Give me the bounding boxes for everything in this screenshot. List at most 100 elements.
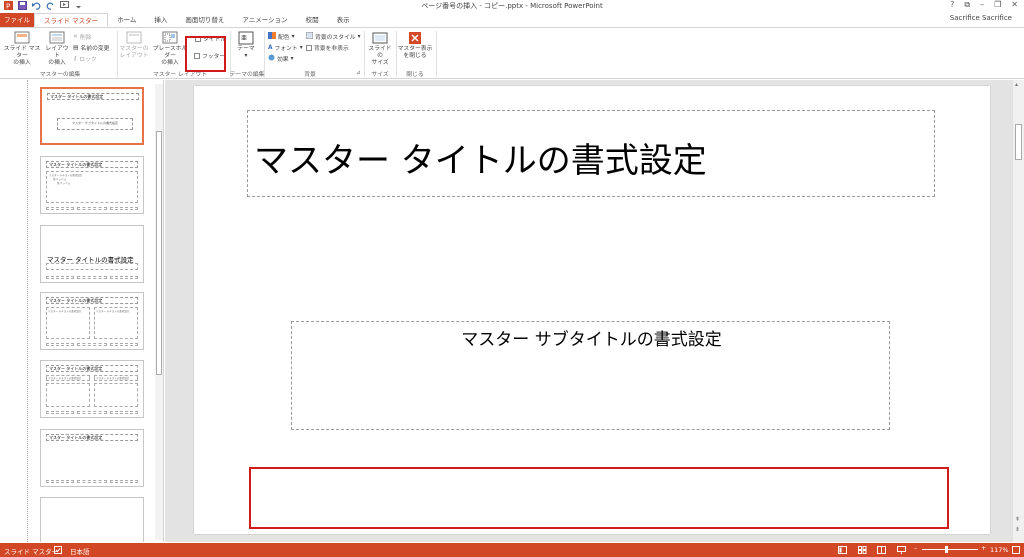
colors-button[interactable]: 配色 ▾ (268, 32, 295, 41)
thumbnail-footer (46, 480, 74, 483)
delete-button[interactable]: ✕ 削除 (73, 32, 91, 42)
background-dialog-launcher[interactable]: ⊿ (356, 70, 361, 76)
thumbnail-two-content[interactable]: マスター タイトルの書式設定 マスター テキストの書式設定 マスター テキストの… (40, 292, 144, 350)
insert-layout-icon (49, 31, 65, 44)
reading-view-icon[interactable] (877, 546, 886, 556)
thumbnail-footer (77, 276, 107, 279)
thumbnail-body (94, 383, 138, 407)
slideshow-icon[interactable] (897, 546, 906, 556)
footer-highlight-box (185, 36, 226, 72)
hide-background-label: 背景を非表示 (314, 46, 349, 52)
insert-slide-master-button[interactable]: スライド マスター の挿入 (2, 31, 42, 67)
rename-icon: ▤ (73, 44, 79, 51)
close-button[interactable]: ✕ (1011, 0, 1018, 10)
subtitle-placeholder[interactable]: マスター サブタイトルの書式設定 (291, 321, 890, 430)
group-background-label: 背景 (304, 72, 316, 78)
insert-placeholder-icon (162, 31, 178, 44)
effects-icon (268, 54, 275, 63)
spelling-check-icon[interactable] (54, 546, 62, 556)
fonts-button[interactable]: A フォント ▾ (268, 43, 303, 53)
tab-review[interactable]: 校閲 (297, 13, 328, 27)
lock-icon: ⚷ (73, 55, 78, 62)
background-styles-button[interactable]: 背景のスタイル ▾ (305, 31, 361, 41)
thumbnail-footer (110, 343, 138, 346)
thumbnail-scrollbar-thumb[interactable] (156, 131, 162, 375)
thumbnail-comparison[interactable]: マスター タイトルの書式設定 マスター テキストの書式設定 マスター テキストの… (40, 360, 144, 418)
tab-insert[interactable]: 挿入 (145, 13, 176, 27)
thumbnail-footer (46, 207, 74, 210)
zoom-slider[interactable] (922, 549, 978, 550)
close-master-view-icon (409, 32, 421, 44)
title-placeholder[interactable]: マスター タイトルの書式設定 (247, 110, 935, 197)
ribbon-display-options-button[interactable]: ⧉ (964, 0, 970, 10)
slide-subtitle-text[interactable]: マスター サブタイトルの書式設定 (292, 325, 891, 350)
fonts-label: フォント (274, 46, 298, 52)
effects-button[interactable]: 効果 ▾ (268, 54, 294, 63)
fonts-icon: A (268, 44, 273, 51)
slide-vertical-scrollbar[interactable]: ▴ ⇞ ⇟ (1012, 80, 1024, 542)
user-account[interactable]: Sacrifice Sacrifice (950, 14, 1012, 22)
slide-scrollbar-thumb[interactable] (1015, 124, 1022, 160)
insert-layout-button[interactable]: レイアウト の挿入 (43, 31, 71, 67)
colors-icon (268, 32, 276, 41)
zoom-in-icon[interactable]: + (981, 544, 986, 552)
view-mode-label: スライド マスター (4, 548, 59, 556)
previous-slide-icon[interactable]: ⇞ (1015, 516, 1020, 523)
thumbnail-body-text: マスター テキストの書式設定 (96, 310, 130, 313)
master-layout-icon (126, 31, 142, 44)
thumbnail-title-slide[interactable]: マスター タイトルの書式設定 マスター サブタイトルの書式設定 (40, 87, 144, 145)
themes-button[interactable]: 亜 テーマ ▾ (233, 31, 259, 60)
restore-button[interactable]: ❐ (994, 0, 1001, 10)
status-bar: スライド マスター 日本語 – + 117% (0, 543, 1024, 557)
delete-icon: ✕ (73, 33, 78, 40)
normal-view-icon[interactable] (838, 546, 847, 556)
thumbnail-footer (46, 343, 74, 346)
thumbnail-scrollbar[interactable] (155, 84, 163, 540)
next-slide-icon[interactable]: ⇟ (1015, 526, 1020, 533)
thumbnail-subtitle: マスター サブタイトルの書式設定 (57, 118, 133, 130)
effects-label: 効果 (277, 57, 289, 63)
tab-home[interactable]: ホーム (108, 13, 145, 27)
themes-label: テーマ (237, 46, 255, 52)
language-label[interactable]: 日本語 (70, 546, 90, 556)
zoom-out-icon[interactable]: – (914, 544, 917, 552)
thumbnail-title-content[interactable]: マスター タイトルの書式設定 マスター テキストの書式設定 第 2 レベル 第 … (40, 156, 144, 214)
fit-slide-icon[interactable] (1012, 546, 1020, 556)
tab-file[interactable]: ファイル (0, 13, 34, 27)
slide-title-text[interactable]: マスター タイトルの書式設定 (254, 133, 707, 182)
thumbnail-body-text: マスター テキストの書式設定 (96, 377, 130, 380)
thumbnail-body (46, 383, 90, 407)
slide-size-button[interactable]: スライドの サイズ (366, 31, 394, 67)
thumbnail-blank[interactable] (40, 497, 144, 542)
scroll-up-icon[interactable]: ▴ (1015, 81, 1018, 88)
effects-dropdown-icon: ▾ (290, 55, 294, 62)
tab-animations[interactable]: アニメーション (233, 13, 296, 27)
insert-placeholder-button[interactable]: プレースホルダー の挿入 (150, 31, 190, 67)
close-master-view-label-2: を閉じる (403, 53, 427, 59)
zoom-slider-handle[interactable] (945, 546, 948, 553)
thumbnail-footer (77, 207, 107, 210)
zoom-level[interactable]: 117% (990, 546, 1009, 554)
slide-sorter-icon[interactable] (858, 546, 867, 556)
hide-background-checkbox[interactable]: 背景を非表示 (306, 43, 349, 52)
minimize-button[interactable]: – (980, 0, 984, 10)
colors-label: 配色 (278, 35, 290, 41)
thumbnail-pane[interactable]: マスター タイトルの書式設定 マスター サブタイトルの書式設定 マスター タイト… (0, 80, 164, 542)
thumbnail-title-only[interactable]: マスター タイトルの書式設定 (40, 429, 144, 487)
thumbnail-title: マスター タイトルの書式設定 (46, 297, 138, 304)
thumbnail-section-header[interactable]: マスター タイトルの書式設定 (40, 225, 144, 283)
tab-slide-master[interactable]: スライド マスター (34, 13, 109, 27)
close-master-view-button[interactable]: マスター表示 を閉じる (397, 31, 433, 60)
tab-view[interactable]: 表示 (328, 13, 359, 27)
help-button[interactable]: ? (950, 0, 954, 10)
thumbnail-title: マスター タイトルの書式設定 (46, 161, 138, 168)
group-close-label: 閉じる (406, 72, 424, 78)
master-layout-button[interactable]: マスターの レイアウト (118, 31, 150, 60)
rename-button[interactable]: ▤ 名前の変更 (73, 43, 110, 53)
thumbnail-footer (46, 276, 74, 279)
preserve-button[interactable]: ⚷ ロック (73, 54, 97, 64)
thumbnail-footer (77, 480, 107, 483)
rename-label: 名前の変更 (80, 46, 110, 52)
title-bar: P ページ番号の挿入 - コピー.pptx - Microsoft PowerP… (0, 0, 1024, 12)
tab-transitions[interactable]: 画面切り替え (176, 13, 233, 27)
